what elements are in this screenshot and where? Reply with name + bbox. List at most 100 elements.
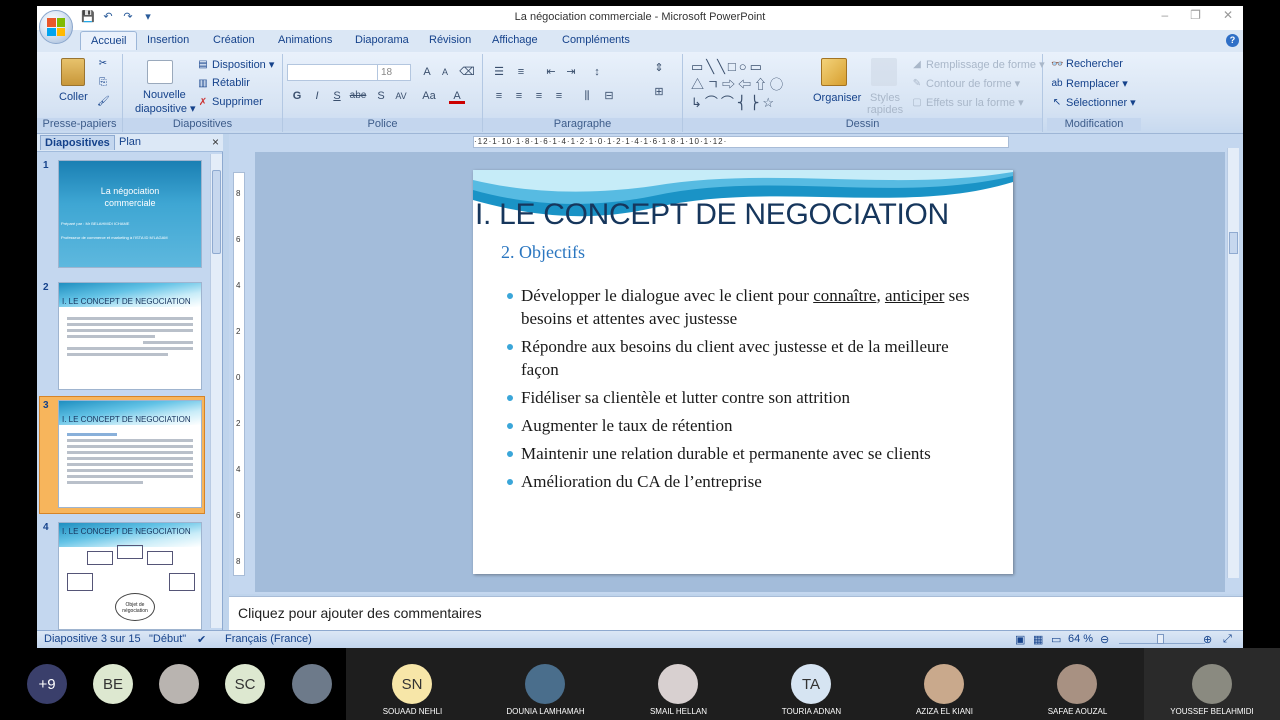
tab-diapositives[interactable]: Diapositives — [40, 135, 115, 150]
participant-tile[interactable]: SMAIL HELLAN — [612, 648, 745, 720]
normal-view-icon[interactable]: ▣ — [1015, 633, 1025, 646]
columns-icon[interactable]: ⫼ — [579, 88, 595, 104]
select-button[interactable]: ↖ Sélectionner ▾ — [1051, 96, 1136, 110]
font-color-button[interactable]: A — [449, 88, 465, 104]
quick-styles-button[interactable]: Styles — [870, 92, 900, 104]
horizontal-ruler: ·12·1·10·1·8·1·6·1·4·1·2·1·0·1·2·1·4·1·6… — [473, 136, 1009, 148]
participant-tile[interactable] — [278, 648, 346, 720]
zoom-slider[interactable] — [1119, 634, 1205, 644]
scroll-thumb[interactable] — [212, 170, 221, 254]
shadow-button[interactable]: S — [373, 88, 389, 104]
find-button[interactable]: 👓 Rechercher — [1051, 58, 1123, 70]
minimize-icon[interactable]: – — [1161, 8, 1168, 22]
slide-subtitle[interactable]: 2. Objectifs — [501, 242, 585, 263]
new-slide-button-line2[interactable]: diapositive ▾ — [135, 102, 196, 116]
arrange-button[interactable]: Organiser — [813, 92, 861, 104]
tab-creation[interactable]: Création — [213, 34, 255, 46]
increase-indent-icon[interactable]: ⇥ — [563, 64, 579, 80]
align-text-icon[interactable]: ⊟ — [601, 88, 617, 104]
participant-tile[interactable]: SAFAE AOUZAL — [1011, 648, 1144, 720]
shape-outline-button[interactable]: ✎ Contour de forme ▾ — [911, 77, 1020, 91]
reset-button[interactable]: ▥ Rétablir — [197, 77, 250, 89]
change-case-button[interactable]: Aa — [419, 88, 439, 104]
shape-effects-button[interactable]: ▢ Effets sur la forme ▾ — [911, 96, 1023, 110]
layout-button[interactable]: ▤ Disposition ▾ — [197, 58, 274, 72]
align-right-icon[interactable]: ≡ — [531, 88, 547, 104]
thumb-diagram-box — [147, 551, 173, 565]
paste-button[interactable]: Coller — [59, 91, 88, 103]
participant-tile[interactable]: SN SOUAAD NEHLI — [346, 648, 479, 720]
participant-tile[interactable]: BE — [80, 648, 146, 720]
zoom-knob[interactable] — [1157, 634, 1164, 644]
font-size-combo[interactable]: 18 — [377, 64, 411, 81]
new-slide-button-line1[interactable]: Nouvelle — [143, 89, 186, 101]
align-center-icon[interactable]: ≡ — [511, 88, 527, 104]
arrange-icon[interactable] — [821, 58, 847, 86]
decrease-indent-icon[interactable]: ⇤ — [543, 64, 559, 80]
bullet-list[interactable]: Développer le dialogue avec le client po… — [507, 284, 977, 498]
format-painter-icon[interactable]: 🖌 — [97, 96, 110, 107]
zoom-out-icon[interactable]: ⊖ — [1100, 633, 1109, 646]
current-slide[interactable]: I. LE CONCEPT DE NEGOCIATION 2. Objectif… — [473, 170, 1013, 574]
tab-accueil[interactable]: Accueil — [80, 31, 138, 50]
copy-icon[interactable]: ⎘ — [97, 77, 109, 88]
underline-button[interactable]: S — [329, 88, 345, 104]
cut-icon[interactable]: ✂ — [97, 58, 109, 69]
participant-tile[interactable]: DOUNIA LAMHAMAH — [479, 648, 612, 720]
close-icon[interactable]: ✕ — [1223, 8, 1233, 22]
delete-slide-button[interactable]: ✗ Supprimer — [197, 96, 263, 108]
tab-affichage[interactable]: Affichage — [492, 34, 538, 46]
new-slide-icon[interactable] — [147, 60, 173, 84]
participant-tile[interactable] — [146, 648, 212, 720]
notes-pane[interactable]: Cliquez pour ajouter des commentaires — [229, 596, 1243, 630]
tab-insertion[interactable]: Insertion — [147, 34, 189, 46]
participant-tile[interactable]: +9 — [0, 648, 80, 720]
bullets-icon[interactable]: ☰ — [491, 64, 507, 80]
clear-format-icon[interactable]: ⌫ — [459, 64, 475, 80]
participant-tile[interactable]: AZIZA EL KIANI — [878, 648, 1011, 720]
shapes-gallery[interactable]: ▭╲╲□○▭ △ㄱ⇨⇦⇧◯ ↳⌒⌒⎨⎬☆ — [691, 58, 803, 112]
shrink-font-icon[interactable]: A — [437, 64, 453, 80]
quick-styles-button2[interactable]: rapides — [867, 104, 903, 116]
scroll-thumb[interactable] — [1229, 232, 1238, 254]
restore-icon[interactable]: ❐ — [1190, 8, 1201, 22]
shape-fill-button[interactable]: ◢ Remplissage de forme ▾ — [911, 58, 1044, 72]
office-button[interactable] — [39, 10, 73, 44]
help-icon[interactable]: ? — [1226, 34, 1239, 47]
italic-button[interactable]: I — [309, 88, 325, 104]
strikethrough-button[interactable]: abe — [347, 88, 369, 104]
paste-icon[interactable] — [61, 58, 85, 86]
replace-button[interactable]: ab Remplacer ▾ — [1051, 77, 1127, 91]
participant-tile[interactable]: YOUSSEF BELAHMIDI — [1144, 648, 1280, 720]
slide-title[interactable]: I. LE CONCEPT DE NEGOCIATION — [475, 198, 949, 232]
participant-tile[interactable]: TA TOURIA ADNAN — [745, 648, 878, 720]
language-indicator[interactable]: Français (France) — [225, 633, 312, 645]
bold-button[interactable]: G — [289, 88, 305, 104]
tab-revision[interactable]: Révision — [429, 34, 471, 46]
grow-font-icon[interactable]: A — [419, 64, 435, 80]
close-icon[interactable]: × — [212, 135, 219, 149]
numbering-icon[interactable]: ≡ — [513, 64, 529, 80]
editor-scrollbar[interactable] — [1227, 148, 1239, 578]
slide-sorter-icon[interactable]: ▦ — [1033, 633, 1043, 646]
smartart-icon[interactable]: ⊞ — [651, 84, 667, 100]
line-spacing-icon[interactable]: ↕ — [589, 64, 605, 80]
fit-window-icon[interactable]: ⤢ — [1223, 633, 1232, 646]
avatar — [658, 664, 698, 704]
justify-icon[interactable]: ≡ — [551, 88, 567, 104]
align-left-icon[interactable]: ≡ — [491, 88, 507, 104]
slideshow-icon[interactable]: ▭ — [1051, 633, 1061, 646]
tab-complements[interactable]: Compléments — [562, 34, 630, 46]
spellcheck-icon[interactable]: ✔ — [197, 633, 206, 646]
panel-scrollbar[interactable] — [210, 154, 222, 628]
text-direction-icon[interactable]: ⇕ — [651, 60, 667, 76]
tab-animations[interactable]: Animations — [278, 34, 332, 46]
zoom-level[interactable]: 64 % — [1068, 633, 1093, 645]
zoom-in-icon[interactable]: ⊕ — [1203, 633, 1212, 646]
tab-plan[interactable]: Plan — [115, 135, 145, 149]
font-name-combo[interactable] — [287, 64, 379, 81]
char-spacing-button[interactable]: AV — [391, 88, 411, 104]
tab-diaporama[interactable]: Diaporama — [355, 34, 409, 46]
bullet-item: Augmenter le taux de rétention — [507, 414, 977, 437]
participant-tile[interactable]: SC — [212, 648, 278, 720]
